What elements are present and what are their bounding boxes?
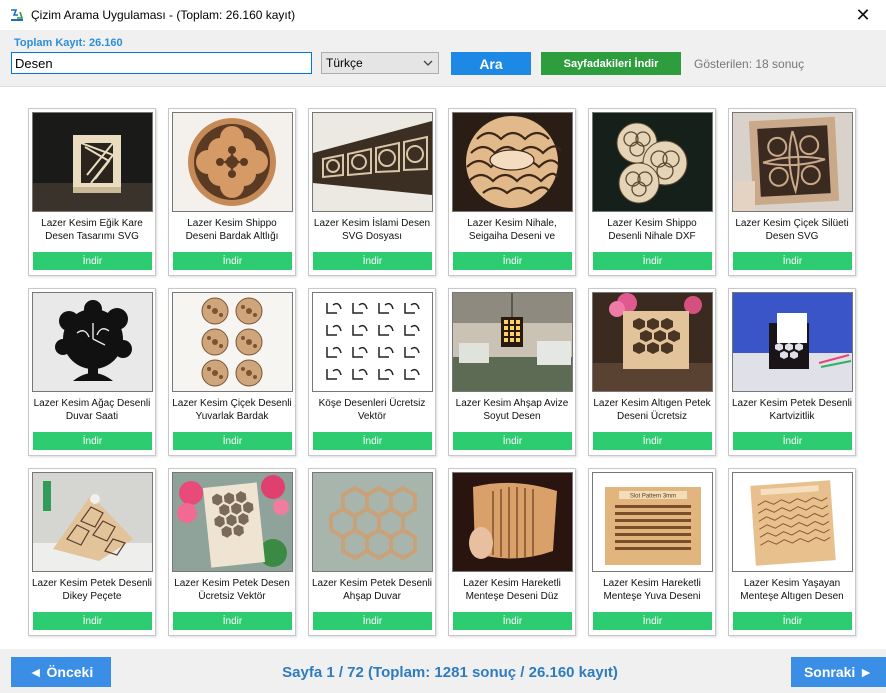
download-button[interactable]: İndir: [173, 612, 292, 630]
results-grid: Lazer Kesim Eğik Kare Desen Tasarımı SVG…: [0, 86, 886, 650]
thumbnail-image[interactable]: [172, 292, 293, 392]
window-title: Çizim Arama Uygulaması - (Toplam: 26.160…: [31, 8, 296, 22]
result-title: Lazer Kesim Çiçek Silüeti Desen SVG: [735, 218, 849, 242]
download-button[interactable]: İndir: [313, 612, 432, 630]
result-title: Lazer Kesim Hareketli Menteşe Deseni Düz: [463, 578, 561, 602]
search-button[interactable]: Ara: [451, 52, 531, 75]
download-button[interactable]: İndir: [453, 432, 572, 450]
thumbnail-image[interactable]: [452, 112, 573, 212]
thumbnail-image[interactable]: [592, 112, 713, 212]
result-card: Lazer Kesim Ağaç Desenli Duvar Saati İnd…: [28, 288, 156, 456]
result-card: Lazer Kesim Hareketli Menteşe Deseni Düz…: [448, 468, 576, 636]
result-card: Lazer Kesim Petek Desenli Kartvizitlik İ…: [728, 288, 856, 456]
language-selected-value: Türkçe: [326, 56, 363, 70]
chevron-down-icon: [422, 56, 434, 73]
total-records-label: Toplam Kayıt: 26.160: [14, 37, 123, 49]
thumbnail-image[interactable]: [32, 112, 153, 212]
download-button[interactable]: İndir: [33, 432, 152, 450]
result-title: Lazer Kesim Ahşap Avize Soyut Desen: [455, 398, 569, 422]
result-title: Lazer Kesim Petek Desen Ücretsiz Vektör: [174, 578, 290, 602]
page-info: Sayfa 1 / 72 (Toplam: 1281 sonuç / 26.16…: [282, 664, 618, 681]
result-title: Lazer Kesim İslami Desen SVG Dosyası: [313, 218, 431, 242]
download-button[interactable]: İndir: [453, 252, 572, 270]
result-card: Lazer Kesim Ahşap Avize Soyut Desen İndi…: [448, 288, 576, 456]
result-title: Lazer Kesim Altıgen Petek Deseni Ücretsi…: [593, 398, 711, 422]
download-button[interactable]: İndir: [33, 612, 152, 630]
download-button[interactable]: İndir: [593, 432, 712, 450]
next-page-button[interactable]: Sonraki ►: [791, 657, 886, 687]
result-title: Lazer Kesim Eğik Kare Desen Tasarımı SVG: [41, 218, 143, 242]
thumbnail-image[interactable]: [312, 472, 433, 572]
download-button[interactable]: İndir: [733, 252, 852, 270]
result-card: Lazer Kesim Altıgen Petek Deseni Ücretsi…: [588, 288, 716, 456]
download-page-button[interactable]: Sayfadakileri İndir: [541, 52, 681, 75]
result-title: Lazer Kesim Petek Desenli Ahşap Duvar: [311, 578, 433, 602]
result-card: Lazer Kesim Petek Desenli Dikey Peçete İ…: [28, 468, 156, 636]
thumbnail-image[interactable]: [452, 472, 573, 572]
result-card: Lazer Kesim Eğik Kare Desen Tasarımı SVG…: [28, 108, 156, 276]
close-icon[interactable]: ✕: [840, 0, 886, 30]
thumbnail-image[interactable]: Slot Pattern 3mm: [592, 472, 713, 572]
result-title: Lazer Kesim Yaşayan Menteşe Altıgen Dese…: [740, 578, 844, 602]
download-button[interactable]: İndir: [173, 432, 292, 450]
toolbar: Toplam Kayıt: 26.160 Türkçe Ara Sayfadak…: [0, 30, 886, 86]
download-button[interactable]: İndir: [733, 432, 852, 450]
result-card: Lazer Kesim Çiçek Silüeti Desen SVG İndi…: [728, 108, 856, 276]
pagination-bar: ◄ Önceki Sayfa 1 / 72 (Toplam: 1281 sonu…: [0, 649, 886, 693]
result-card: Lazer Kesim Yaşayan Menteşe Altıgen Dese…: [728, 468, 856, 636]
previous-page-button[interactable]: ◄ Önceki: [11, 657, 111, 687]
result-card: Lazer Kesim Çiçek Desenli Yuvarlak Barda…: [168, 288, 296, 456]
result-title: Lazer Kesim Shippo Deseni Bardak Altlığı: [185, 218, 279, 242]
svg-text:Slot Pattern 3mm: Slot Pattern 3mm: [630, 494, 676, 500]
thumbnail-image[interactable]: [172, 472, 293, 572]
result-title: Köşe Desenleri Ücretsiz Vektör: [318, 398, 426, 422]
thumbnail-image[interactable]: [592, 292, 713, 392]
result-title: Lazer Kesim Nihale, Seigaiha Deseni ve: [467, 218, 557, 242]
thumbnail-image[interactable]: [32, 292, 153, 392]
result-card: Slot Pattern 3mm Lazer Kesim Hareketli M…: [588, 468, 716, 636]
thumbnail-image[interactable]: [732, 472, 853, 572]
app-logo-icon: [9, 7, 25, 23]
download-button[interactable]: İndir: [733, 612, 852, 630]
language-select[interactable]: Türkçe: [321, 52, 439, 74]
result-card: Lazer Kesim İslami Desen SVG Dosyası İnd…: [308, 108, 436, 276]
result-title: Lazer Kesim Hareketli Menteşe Yuva Desen…: [603, 578, 701, 602]
thumbnail-image[interactable]: [32, 472, 153, 572]
download-button[interactable]: İndir: [313, 252, 432, 270]
result-title: Lazer Kesim Shippo Desenli Nihale DXF: [607, 218, 697, 242]
thumbnail-image[interactable]: [732, 292, 853, 392]
shown-count: Gösterilen: 18 sonuç: [694, 57, 805, 71]
result-card: Lazer Kesim Petek Desenli Ahşap Duvar İn…: [308, 468, 436, 636]
search-input[interactable]: [11, 52, 312, 74]
download-button[interactable]: İndir: [173, 252, 292, 270]
download-button[interactable]: İndir: [33, 252, 152, 270]
result-title: Lazer Kesim Petek Desenli Kartvizitlik: [731, 398, 853, 422]
title-bar: Çizim Arama Uygulaması - (Toplam: 26.160…: [0, 0, 886, 30]
download-button[interactable]: İndir: [453, 612, 572, 630]
result-card: Lazer Kesim Petek Desen Ücretsiz Vektör …: [168, 468, 296, 636]
result-card: Köşe Desenleri Ücretsiz Vektör İndir: [308, 288, 436, 456]
result-title: Lazer Kesim Çiçek Desenli Yuvarlak Barda…: [172, 398, 292, 422]
result-card: Lazer Kesim Shippo Deseni Bardak Altlığı…: [168, 108, 296, 276]
thumbnail-image[interactable]: [312, 112, 433, 212]
thumbnail-image[interactable]: [452, 292, 573, 392]
download-button[interactable]: İndir: [593, 252, 712, 270]
result-title: Lazer Kesim Ağaç Desenli Duvar Saati: [33, 398, 151, 422]
result-card: Lazer Kesim Nihale, Seigaiha Deseni ve İ…: [448, 108, 576, 276]
result-card: Lazer Kesim Shippo Desenli Nihale DXF İn…: [588, 108, 716, 276]
download-button[interactable]: İndir: [593, 612, 712, 630]
result-title: Lazer Kesim Petek Desenli Dikey Peçete: [31, 578, 153, 602]
thumbnail-image[interactable]: [172, 112, 293, 212]
thumbnail-image[interactable]: [732, 112, 853, 212]
thumbnail-image[interactable]: [312, 292, 433, 392]
download-button[interactable]: İndir: [313, 432, 432, 450]
